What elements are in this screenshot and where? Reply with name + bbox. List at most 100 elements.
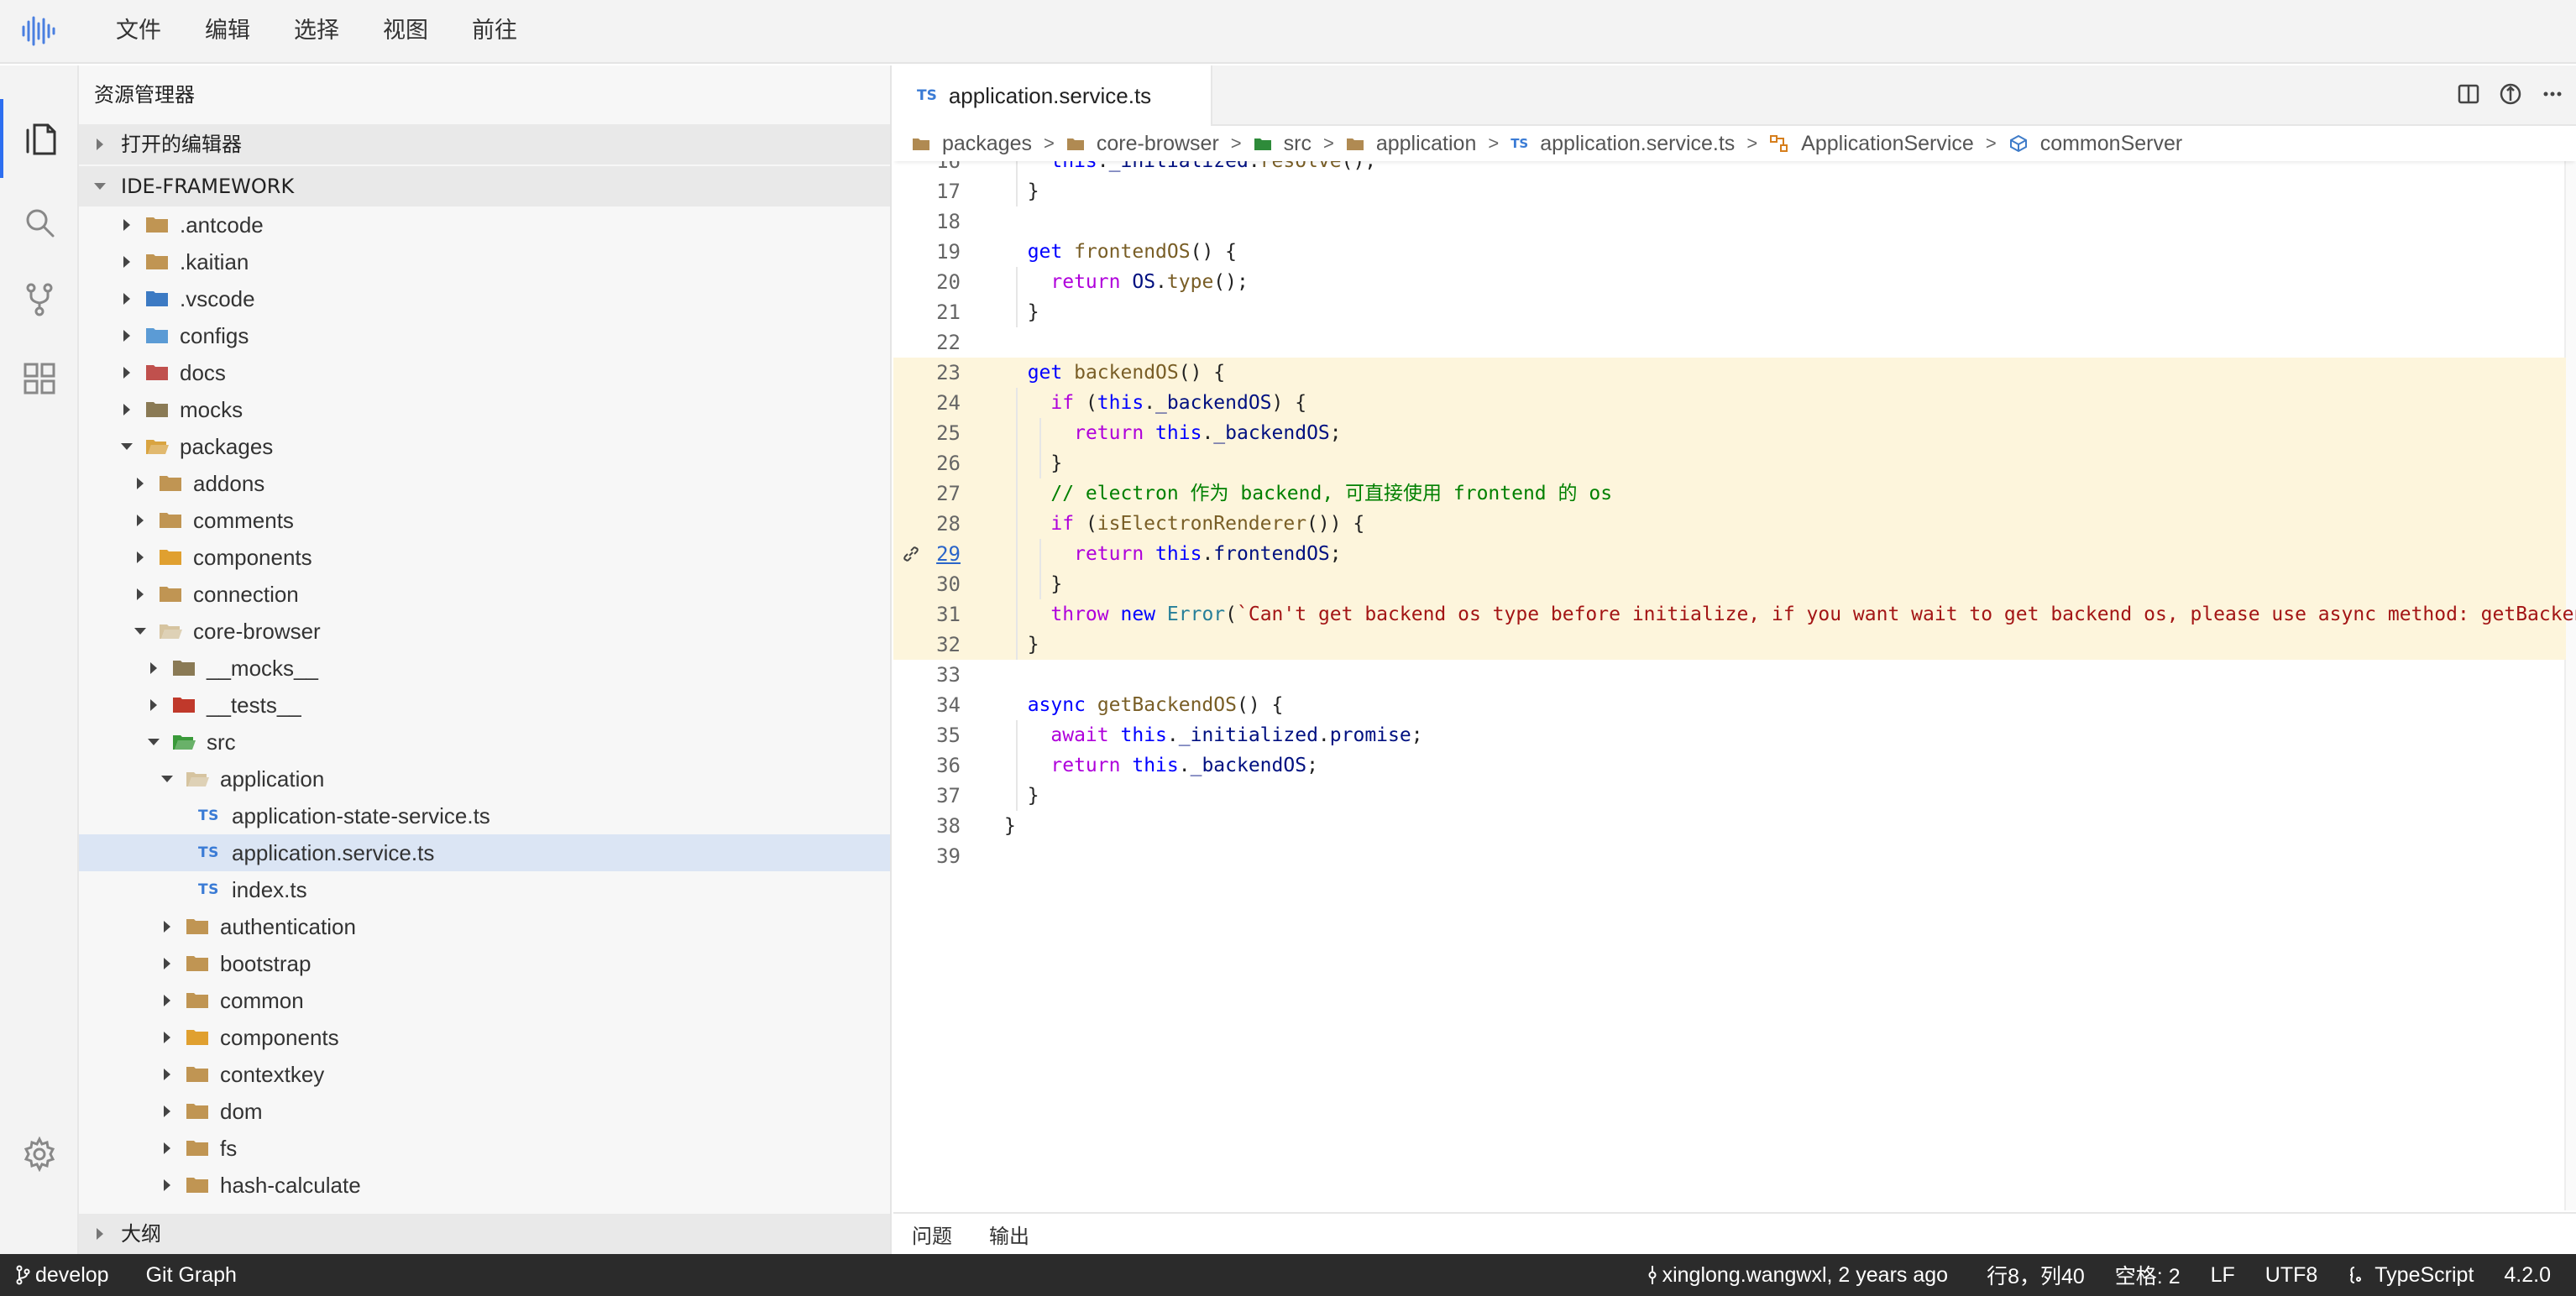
code-editor[interactable]: 16 this._initialized.resolve(); 17 } 18 19 … [893, 161, 2576, 1210]
folder-item[interactable]: __tests__ [79, 687, 890, 724]
tab-problems[interactable]: 问题 [893, 1220, 971, 1249]
breadcrumb-application[interactable]: application [1346, 132, 1476, 156]
folder-item[interactable]: components [79, 1019, 890, 1056]
code-line[interactable]: 39 [893, 841, 2566, 871]
code-line[interactable]: 27 // electron 作为 backend, 可直接使用 fronten… [893, 478, 2566, 509]
folder-item[interactable]: comments [79, 502, 890, 539]
extensions-icon[interactable] [0, 339, 79, 418]
breadcrumb-file[interactable]: TS application.service.ts [1511, 132, 1735, 156]
breadcrumb-src[interactable]: src [1254, 132, 1312, 156]
editor-scrollbar[interactable] [2564, 161, 2576, 1210]
code-line[interactable]: 19 get frontendOS() { [893, 237, 2566, 267]
menu-file[interactable]: 文件 [94, 0, 183, 63]
code-line[interactable]: 26 } [893, 448, 2566, 478]
outline-section[interactable]: 大纲 [79, 1214, 890, 1254]
folder-item[interactable]: common [79, 982, 890, 1019]
code-line[interactable]: 37 } [893, 781, 2566, 811]
tree-item-label: packages [180, 433, 274, 459]
code-line[interactable]: 30 } [893, 569, 2566, 599]
folder-item[interactable]: application [79, 760, 890, 797]
more-actions-icon[interactable] [2541, 82, 2564, 110]
indentation[interactable]: 空格: 2 [2100, 1260, 2196, 1290]
folder-icon [171, 695, 196, 715]
class-symbol-icon [1769, 134, 1789, 153]
breadcrumb-class[interactable]: ApplicationService [1769, 132, 1974, 156]
code-line[interactable]: 36 return this._backendOS; [893, 750, 2566, 781]
code-line[interactable]: 16 this._initialized.resolve(); [893, 161, 2566, 176]
folder-item[interactable]: bootstrap [79, 945, 890, 982]
file-item[interactable]: TS index.ts [79, 871, 890, 908]
folder-item[interactable]: src [79, 724, 890, 760]
code-line[interactable]: 31 throw new Error(`Can't get backend os… [893, 599, 2576, 630]
git-graph-button[interactable]: Git Graph [131, 1263, 252, 1288]
breadcrumb-property[interactable]: commonServer [2008, 132, 2182, 156]
code-line[interactable]: 29 return this.frontendOS; [893, 539, 2566, 569]
tab-application-service[interactable]: TS application.service.ts [893, 65, 1212, 126]
git-blame[interactable]: xinglong.wangwxl, 2 years ago [1632, 1263, 1963, 1288]
folder-item[interactable]: authentication [79, 908, 890, 945]
code-line[interactable]: 28 if (isElectronRenderer()) { [893, 509, 2566, 539]
line-code: await this._initialized.promise; [1004, 720, 1422, 750]
folder-item[interactable]: mocks [79, 391, 890, 428]
folder-item[interactable]: packages [79, 428, 890, 465]
folder-item[interactable]: .antcode [79, 206, 890, 243]
link-icon[interactable] [902, 539, 920, 572]
code-line[interactable]: 34 async getBackendOS() { [893, 690, 2566, 720]
menu-selection[interactable]: 选择 [272, 0, 361, 63]
code-line[interactable]: 35 await this._initialized.promise; [893, 720, 2566, 750]
chevron-down-icon [144, 733, 163, 751]
code-line[interactable]: 25 return this._backendOS; [893, 418, 2566, 448]
open-editors-section[interactable]: 打开的编辑器 [79, 124, 890, 165]
code-line[interactable]: 33 [893, 660, 2566, 690]
folder-item[interactable]: dom [79, 1093, 890, 1130]
code-line[interactable]: 21 } [893, 297, 2566, 327]
folder-item[interactable]: contextkey [79, 1056, 890, 1093]
source-control-icon[interactable] [0, 260, 79, 339]
menu-go[interactable]: 前往 [450, 0, 539, 63]
explorer-icon[interactable] [0, 99, 79, 178]
file-item[interactable]: TS application-state-service.ts [79, 797, 890, 834]
breadcrumb-core-browser[interactable]: core-browser [1066, 132, 1219, 156]
encoding[interactable]: UTF8 [2250, 1263, 2333, 1288]
folder-item[interactable]: addons [79, 465, 890, 502]
folder-item[interactable]: .vscode [79, 280, 890, 317]
code-line[interactable]: 22 [893, 327, 2566, 358]
folder-item[interactable]: connection [79, 576, 890, 613]
code-line[interactable]: 24 if (this._backendOS) { [893, 388, 2566, 418]
git-compare-icon[interactable] [2499, 82, 2522, 110]
folder-item[interactable]: configs [79, 317, 890, 354]
code-line[interactable]: 17 } [893, 176, 2566, 206]
code-line[interactable]: 38} [893, 811, 2566, 841]
code-line[interactable]: 20 return OS.type(); [893, 267, 2566, 297]
ts-version[interactable]: 4.2.0 [2489, 1263, 2576, 1288]
menu-edit[interactable]: 编辑 [183, 0, 272, 63]
line-number: 21 [936, 300, 961, 324]
search-icon[interactable] [0, 183, 79, 262]
cursor-position[interactable]: 行8，列40 [1971, 1260, 2100, 1290]
code-token: () { [1190, 241, 1237, 263]
code-line[interactable]: 32 } [893, 630, 2566, 660]
line-number: 24 [936, 391, 961, 415]
folder-item[interactable]: core-browser [79, 613, 890, 650]
folder-item[interactable]: docs [79, 354, 890, 391]
branch-indicator[interactable]: develop [0, 1263, 124, 1288]
code-line[interactable]: 18 [893, 206, 2566, 237]
end-of-line[interactable]: LF [2196, 1263, 2250, 1288]
breadcrumb-packages[interactable]: packages [912, 132, 1032, 156]
settings-gear-icon[interactable] [0, 1115, 79, 1194]
language-mode[interactable]: TypeScript [2333, 1263, 2489, 1288]
split-editor-icon[interactable] [2457, 82, 2480, 110]
code-line[interactable]: 23 get backendOS() { [893, 358, 2566, 388]
folder-item[interactable]: hash-calculate [79, 1167, 890, 1204]
menu-view[interactable]: 视图 [361, 0, 450, 63]
folder-item[interactable]: components [79, 539, 890, 576]
file-item[interactable]: TS application.service.ts [79, 834, 890, 871]
folder-item[interactable]: __mocks__ [79, 650, 890, 687]
tab-output[interactable]: 输出 [971, 1220, 1048, 1249]
project-section[interactable]: IDE-FRAMEWORK [79, 166, 890, 206]
folder-item[interactable]: .kaitian [79, 243, 890, 280]
folder-item[interactable]: fs [79, 1130, 890, 1167]
code-token: . [1155, 271, 1167, 293]
chevron-right-icon [158, 1139, 176, 1158]
